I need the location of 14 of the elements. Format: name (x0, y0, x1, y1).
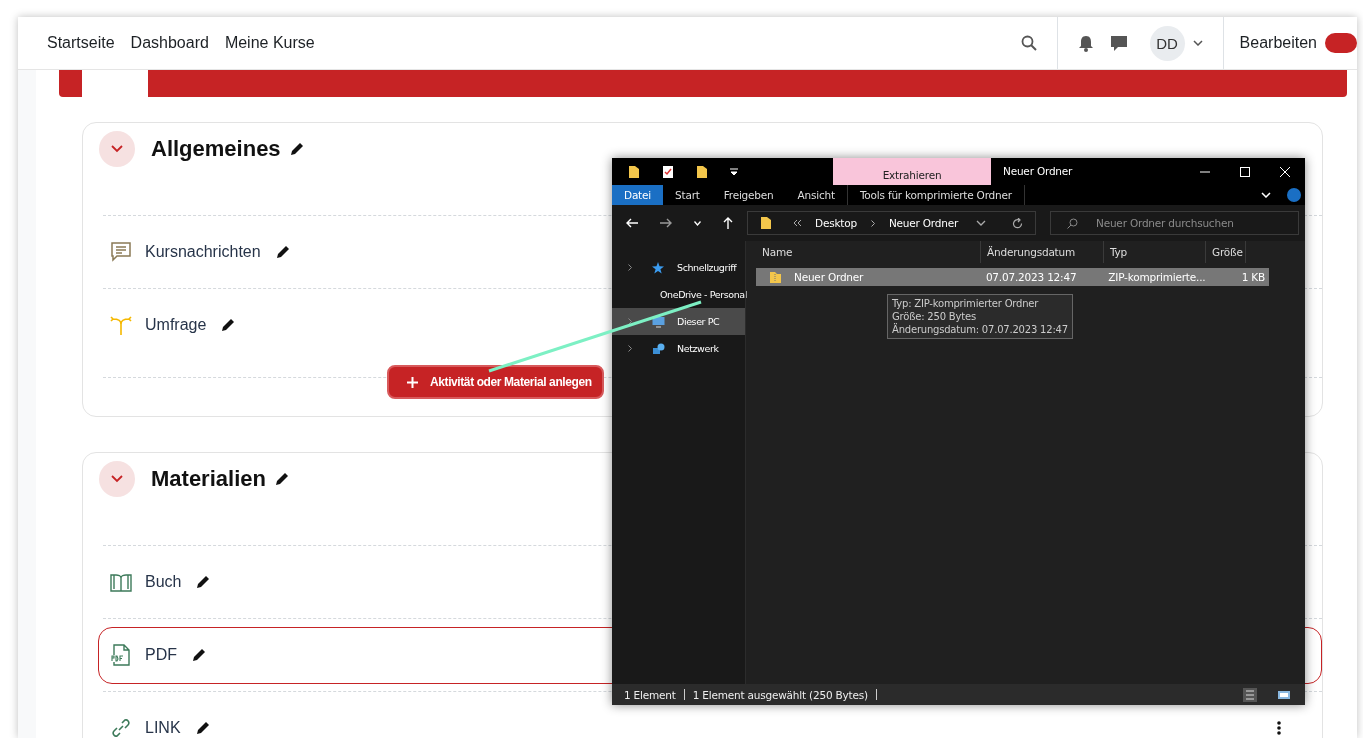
section-title: Materialien (151, 466, 266, 492)
edit-mode-label: Bearbeiten (1239, 34, 1317, 52)
status-text: 1 Element ausgewählt (250 Bytes) (692, 688, 868, 701)
table-cell: 1 KB (1241, 271, 1265, 283)
tooltip-line: Änderungsdatum: 07.07.2023 12:47 (892, 323, 1068, 336)
table-cell: 07.07.2023 12:47 (985, 271, 1077, 283)
status-text: 1 Element (624, 688, 676, 701)
section-title: Allgemeines (151, 136, 281, 162)
table-cell: Neuer Ordner (794, 271, 864, 283)
search-placeholder: Neuer Ordner durchsuchen (1096, 217, 1234, 229)
table-cell: ZIP-komprimierte... (1108, 271, 1206, 283)
tooltip-line: Größe: 250 Bytes (892, 310, 977, 323)
window-title: Neuer Ordner (1002, 164, 1074, 179)
tooltip-line: Typ: ZIP-komprimierter Ordner (892, 297, 1040, 310)
